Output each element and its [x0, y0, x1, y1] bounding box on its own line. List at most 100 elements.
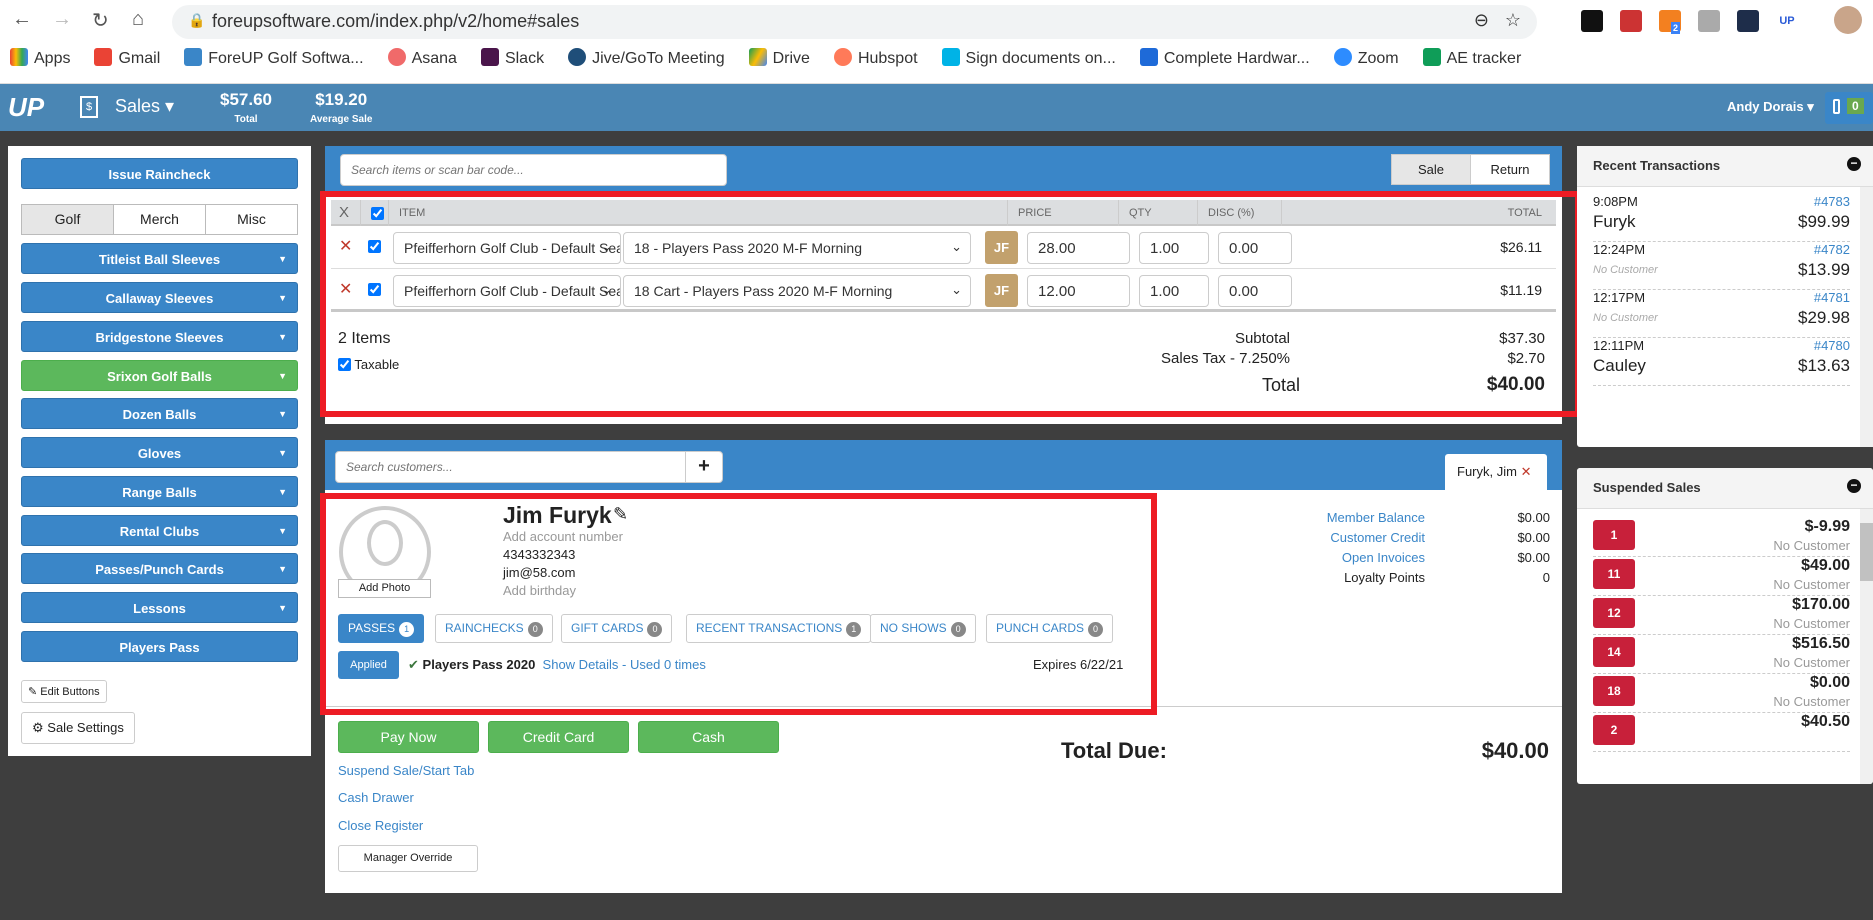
suspended-sale-item[interactable]: 12 $170.00 No Customer	[1593, 596, 1850, 635]
home-icon[interactable]: ⌂	[132, 8, 144, 31]
profile-avatar[interactable]	[1834, 6, 1862, 34]
lessons-button[interactable]: Lessons ▼	[21, 592, 298, 623]
srixon-golf-balls-button[interactable]: Srixon Golf Balls ▼	[21, 360, 298, 391]
callaway-sleeves-button[interactable]: Callaway Sleeves ▼	[21, 282, 298, 313]
bookmark-slack[interactable]: Slack	[480, 48, 544, 68]
total-due-value: $40.00	[1481, 738, 1549, 763]
suspend-sale-link[interactable]: Suspend Sale/Start Tab	[338, 763, 474, 778]
zoom-icon[interactable]: ⊖	[1474, 10, 1489, 31]
collapse-icon[interactable]: −	[1847, 479, 1861, 493]
caret-down-icon: ▼	[278, 371, 287, 381]
hubspot-ext-icon[interactable]: 2	[1659, 10, 1681, 34]
range-balls-button[interactable]: Range Balls ▼	[21, 476, 298, 507]
customer-credit-value: $0.00	[1517, 530, 1550, 545]
caret-down-icon: ▼	[278, 409, 287, 419]
back-icon[interactable]: ←	[12, 8, 32, 31]
balance-values: $0.00 $0.00 $0.00 0	[1435, 508, 1550, 588]
collapse-icon[interactable]: −	[1847, 157, 1861, 171]
scrollbar[interactable]	[1860, 509, 1873, 784]
return-toggle[interactable]: Return	[1470, 154, 1550, 185]
transaction-item[interactable]: 12:17PM #4781 No Customer $29.98	[1593, 290, 1850, 338]
extension-icon[interactable]	[1581, 10, 1603, 32]
bookmark-sign-documents[interactable]: Sign documents on...	[941, 48, 1116, 68]
sheets-icon	[1422, 48, 1441, 66]
customer-search-input[interactable]	[335, 451, 686, 483]
browser-chrome: ← → ↻ ⌂ 🔒 foreupsoftware.com/index.php/v…	[0, 0, 1873, 84]
issue-raincheck-button[interactable]: Issue Raincheck	[21, 158, 298, 189]
dozen-balls-button[interactable]: Dozen Balls ▼	[21, 398, 298, 429]
bookmark-complete-hardware[interactable]: Complete Hardwar...	[1139, 48, 1310, 68]
pencil-icon: ✎	[28, 686, 38, 698]
caret-down-icon: ▼	[278, 603, 287, 613]
rental-clubs-button[interactable]: Rental Clubs ▼	[21, 515, 298, 546]
cash-button[interactable]: Cash	[638, 721, 779, 753]
transaction-item[interactable]: 12:24PM #4782 No Customer $13.99	[1593, 242, 1850, 290]
foreup-logo[interactable]: UP	[8, 92, 44, 123]
recent-transactions-panel: Recent Transactions − 9:08PM #4783 Furyk $99…	[1577, 146, 1873, 447]
players-pass-button[interactable]: Players Pass	[21, 631, 298, 662]
recent-transactions-header: Recent Transactions −	[1577, 146, 1873, 187]
passes-punch-cards-button[interactable]: Passes/Punch Cards ▼	[21, 553, 298, 584]
reload-icon[interactable]: ↻	[92, 8, 109, 33]
customer-credit-link[interactable]: Customer Credit	[1245, 528, 1425, 548]
item-search-input[interactable]	[340, 154, 727, 186]
notifications-button[interactable]: 0	[1825, 92, 1873, 124]
scrollbar-thumb[interactable]	[1860, 523, 1873, 581]
sale-settings-button[interactable]: ⚙ Sale Settings	[21, 712, 135, 744]
star-icon[interactable]: ☆	[1505, 10, 1521, 31]
close-register-link[interactable]: Close Register	[338, 818, 423, 833]
bookmark-zoom[interactable]: Zoom	[1333, 48, 1399, 68]
suspended-sale-item[interactable]: 18 $0.00 No Customer	[1593, 674, 1850, 713]
asana-icon	[387, 48, 406, 66]
mcafee-icon[interactable]	[1620, 10, 1642, 32]
bookmark-apps[interactable]: Apps	[10, 48, 70, 68]
suspended-sale-item[interactable]: 1 $-9.99 No Customer	[1593, 518, 1850, 557]
module-dropdown[interactable]: Sales ▾	[115, 96, 174, 117]
customer-tab[interactable]: Furyk, Jim ✕	[1445, 454, 1547, 490]
manager-override-button[interactable]: Manager Override	[338, 845, 478, 872]
foreup-ext-icon[interactable]: UP	[1776, 10, 1798, 32]
transaction-item[interactable]: 12:11PM #4780 Cauley $13.63	[1593, 338, 1850, 386]
caret-down-icon: ▼	[278, 564, 287, 574]
sale-toggle[interactable]: Sale	[1391, 154, 1471, 185]
suspended-sale-item[interactable]: 14 $516.50 No Customer	[1593, 635, 1850, 674]
bridgestone-sleeves-button[interactable]: Bridgestone Sleeves ▼	[21, 321, 298, 352]
forward-icon[interactable]: →	[52, 8, 72, 31]
extension-dx-icon[interactable]	[1737, 10, 1759, 32]
quick-buttons-panel: Issue Raincheck Golf Merch Misc Titleist…	[8, 146, 311, 756]
titleist-ball-sleeves-button[interactable]: Titleist Ball Sleeves ▼	[21, 243, 298, 274]
cash-drawer-link[interactable]: Cash Drawer	[338, 790, 414, 805]
credit-card-button[interactable]: Credit Card	[488, 721, 629, 753]
bookmark-drive[interactable]: Drive	[748, 48, 810, 68]
open-invoices-link[interactable]: Open Invoices	[1245, 548, 1425, 568]
extension-face-icon[interactable]	[1698, 10, 1720, 32]
suspended-sale-item[interactable]: 2 $40.50	[1593, 713, 1850, 752]
bookmark-hubspot[interactable]: Hubspot	[833, 48, 918, 68]
suspended-sale-item[interactable]: 11 $49.00 No Customer	[1593, 557, 1850, 596]
zoom-app-icon	[1333, 48, 1352, 66]
loyalty-points-value: 0	[1542, 570, 1550, 585]
bookmark-gmail[interactable]: Gmail	[94, 48, 160, 68]
close-tab-icon[interactable]: ✕	[1521, 464, 1532, 479]
bookmarks-bar: Apps Gmail ForeUP Golf Softwa... Asana S…	[10, 48, 1521, 68]
scrollbar[interactable]	[1860, 187, 1873, 447]
user-menu[interactable]: Andy Dorais ▾	[1727, 99, 1814, 115]
edit-buttons-button[interactable]: ✎ Edit Buttons	[21, 680, 107, 703]
suspended-sales-header: Suspended Sales −	[1577, 468, 1873, 509]
pay-now-button[interactable]: Pay Now	[338, 721, 479, 753]
gloves-button[interactable]: Gloves ▼	[21, 437, 298, 468]
customer-toolbar: + Furyk, Jim ✕	[325, 440, 1562, 490]
bookmark-foreup[interactable]: ForeUP Golf Softwa...	[184, 48, 364, 68]
total-due-label: Total Due:	[1061, 738, 1167, 763]
add-customer-button[interactable]: +	[685, 451, 723, 483]
tab-golf[interactable]: Golf	[21, 204, 114, 235]
bookmark-jive[interactable]: Jive/GoTo Meeting	[568, 48, 725, 68]
transaction-item[interactable]: 9:08PM #4783 Furyk $99.99	[1593, 194, 1850, 242]
address-bar[interactable]: 🔒 foreupsoftware.com/index.php/v2/home#s…	[172, 5, 1537, 39]
caret-down-icon: ▼	[278, 448, 287, 458]
bookmark-ae-tracker[interactable]: AE tracker	[1422, 48, 1521, 68]
tab-misc[interactable]: Misc	[205, 204, 298, 235]
member-balance-link[interactable]: Member Balance	[1245, 508, 1425, 528]
bookmark-asana[interactable]: Asana	[387, 48, 457, 68]
tab-merch[interactable]: Merch	[113, 204, 206, 235]
